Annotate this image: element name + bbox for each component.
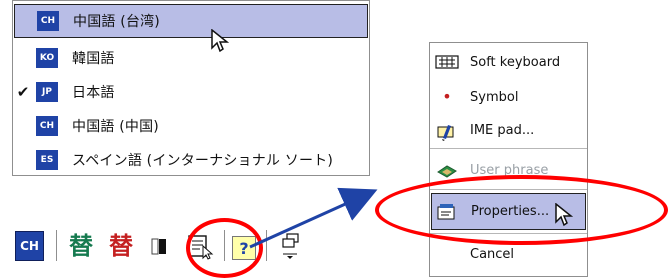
keyboard-svg <box>435 55 459 69</box>
menu-label: Cancel <box>470 246 515 262</box>
menu-label: IME pad... <box>470 123 535 138</box>
menu-label: Soft keyboard <box>470 54 561 70</box>
menu-item-ime-pad[interactable]: IME pad... <box>431 114 586 147</box>
symbol-icon: • <box>442 87 452 106</box>
menu-item-symbol[interactable]: • Symbol <box>431 81 586 113</box>
keyboard-icon <box>433 50 461 74</box>
ime-language-and-properties-screenshot: CH 中国語 (台湾) KO 韓国語 ✔ JP 日本語 CH 中国語 (中国) … <box>0 0 669 278</box>
ime-pad-icon <box>433 119 461 143</box>
menu-separator <box>430 148 587 149</box>
menu-item-soft-keyboard[interactable]: Soft keyboard <box>431 46 586 78</box>
ime-pad-svg <box>437 124 454 141</box>
menu-label: Symbol <box>470 89 519 105</box>
highlight-ellipse-properties <box>375 175 668 245</box>
empty-icon-space <box>433 242 461 266</box>
